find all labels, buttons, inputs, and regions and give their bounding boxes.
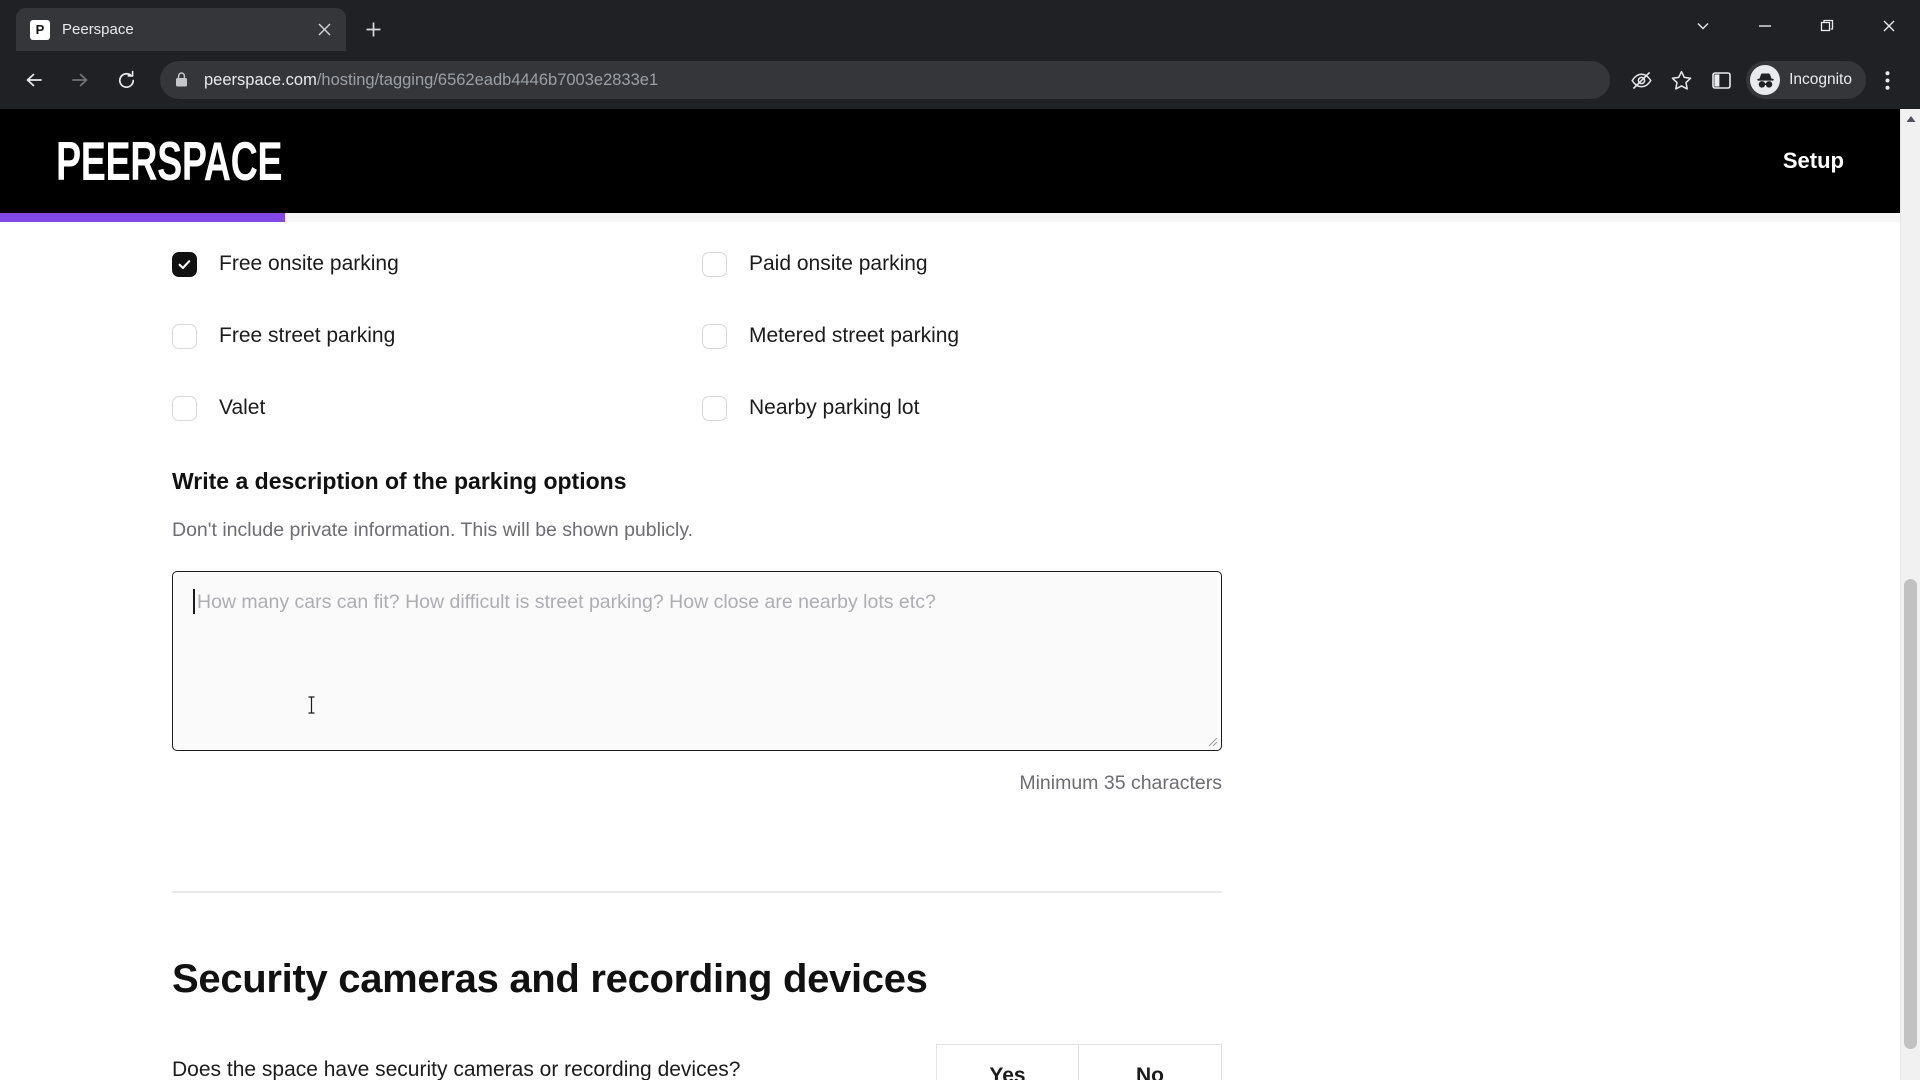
url-domain: peerspace.com bbox=[204, 70, 317, 89]
yes-no-toggle: Yes No bbox=[936, 1043, 1222, 1080]
description-subtext: Don't include private information. This … bbox=[172, 519, 694, 541]
checkbox-icon[interactable] bbox=[172, 323, 197, 349]
section-divider bbox=[172, 891, 1222, 893]
security-question-label: Does the space have security cameras or … bbox=[172, 1057, 741, 1080]
lock-icon bbox=[174, 71, 192, 89]
yes-button[interactable]: Yes bbox=[936, 1043, 1079, 1080]
browser-window: P Peerspace peerspace.com/hosting/taggin… bbox=[0, 0, 1920, 1080]
tab-strip: P Peerspace bbox=[0, 0, 1920, 51]
reload-icon[interactable] bbox=[106, 60, 146, 100]
parking-option-label: Valet bbox=[219, 396, 266, 419]
page-content: Free onsite parking Paid onsite parking … bbox=[0, 228, 1900, 1080]
parking-option-label: Nearby parking lot bbox=[749, 396, 920, 419]
resize-handle-icon[interactable] bbox=[1206, 735, 1218, 747]
parking-option-free-onsite[interactable]: Free onsite parking bbox=[172, 228, 702, 300]
toolbar-icons: Incognito bbox=[1620, 61, 1906, 99]
parking-option-nearby-lot[interactable]: Nearby parking lot bbox=[702, 372, 1900, 444]
minimize-icon[interactable] bbox=[1734, 0, 1796, 51]
profile-label: Incognito bbox=[1789, 71, 1852, 88]
checkbox-checked-icon[interactable] bbox=[172, 251, 197, 277]
text-caret bbox=[193, 589, 195, 614]
parking-option-label: Metered street parking bbox=[749, 324, 960, 347]
browser-tab[interactable]: P Peerspace bbox=[16, 8, 346, 51]
description-field-wrap: How many cars can fit? How difficult is … bbox=[172, 571, 1222, 795]
checkbox-icon[interactable] bbox=[702, 251, 727, 277]
close-icon[interactable] bbox=[312, 18, 336, 42]
address-bar[interactable]: peerspace.com/hosting/tagging/6562eadb44… bbox=[160, 61, 1611, 99]
incognito-avatar-icon bbox=[1750, 65, 1781, 95]
peerspace-page: PEERSPACE Setup Free onsite parking Paid… bbox=[0, 109, 1900, 1080]
window-controls bbox=[1672, 0, 1920, 51]
parking-option-paid-onsite[interactable]: Paid onsite parking bbox=[702, 228, 1900, 300]
scrollbar-thumb[interactable] bbox=[1904, 579, 1917, 1049]
address-bar-text: peerspace.com/hosting/tagging/6562eadb44… bbox=[204, 71, 658, 90]
security-question-row: Does the space have security cameras or … bbox=[172, 1043, 1222, 1080]
parking-options-grid: Free onsite parking Paid onsite parking … bbox=[172, 228, 1900, 444]
three-dot-menu-icon[interactable] bbox=[1868, 61, 1906, 99]
parking-option-valet[interactable]: Valet bbox=[172, 372, 702, 444]
textarea-placeholder: How many cars can fit? How difficult is … bbox=[197, 591, 936, 613]
checkbox-icon[interactable] bbox=[172, 395, 197, 421]
close-icon[interactable] bbox=[1858, 0, 1920, 51]
side-panel-icon[interactable] bbox=[1702, 61, 1740, 99]
parking-option-free-street[interactable]: Free street parking bbox=[172, 300, 702, 372]
parking-option-label: Free onsite parking bbox=[219, 252, 399, 275]
tab-title: Peerspace bbox=[62, 21, 134, 38]
bookmark-star-icon[interactable] bbox=[1662, 61, 1700, 99]
restore-icon[interactable] bbox=[1796, 0, 1858, 51]
parking-description-textarea[interactable]: How many cars can fit? How difficult is … bbox=[172, 571, 1222, 751]
scroll-up-arrow-icon[interactable] bbox=[1901, 109, 1920, 129]
description-heading: Write a description of the parking optio… bbox=[172, 468, 627, 494]
setup-progress-bar bbox=[0, 213, 1900, 222]
security-section-title: Security cameras and recording devices bbox=[172, 956, 928, 1001]
back-arrow-icon[interactable] bbox=[14, 60, 54, 100]
page-scrollbar[interactable] bbox=[1900, 109, 1920, 1080]
setup-progress-fill bbox=[0, 213, 285, 222]
peerspace-logo: PEERSPACE bbox=[56, 130, 283, 192]
parking-option-label: Paid onsite parking bbox=[749, 252, 928, 275]
parking-option-label: Free street parking bbox=[219, 324, 396, 347]
checkbox-icon[interactable] bbox=[702, 323, 727, 349]
page-viewport: PEERSPACE Setup Free onsite parking Paid… bbox=[0, 109, 1920, 1080]
site-header: PEERSPACE Setup bbox=[0, 109, 1900, 213]
min-characters-note: Minimum 35 characters bbox=[1019, 772, 1222, 794]
no-button[interactable]: No bbox=[1079, 1043, 1222, 1080]
text-cursor-icon bbox=[308, 696, 315, 714]
checkbox-icon[interactable] bbox=[702, 395, 727, 421]
new-tab-button[interactable] bbox=[356, 12, 390, 46]
browser-toolbar: peerspace.com/hosting/tagging/6562eadb44… bbox=[0, 51, 1920, 109]
forward-arrow-icon[interactable] bbox=[60, 60, 100, 100]
parking-option-metered-street[interactable]: Metered street parking bbox=[702, 300, 1900, 372]
setup-label[interactable]: Setup bbox=[1783, 148, 1844, 174]
tab-search-icon[interactable] bbox=[1672, 0, 1734, 51]
tracking-protection-icon[interactable] bbox=[1622, 61, 1660, 99]
profile-chip[interactable]: Incognito bbox=[1746, 61, 1866, 99]
url-path: /hosting/tagging/6562eadb4446b7003e2833e… bbox=[316, 70, 659, 89]
tab-favicon: P bbox=[30, 19, 50, 40]
